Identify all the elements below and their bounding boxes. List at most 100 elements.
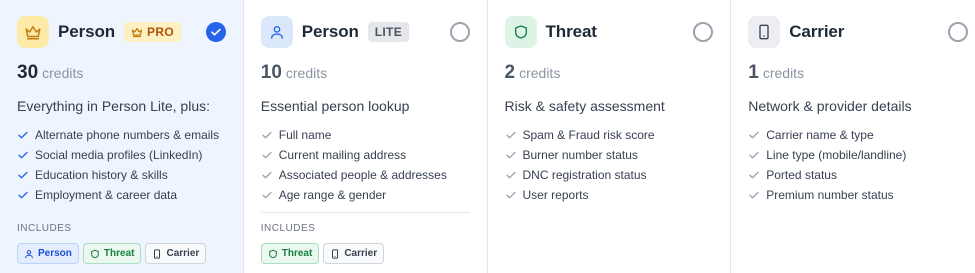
plan-card-threat[interactable]: Threat 2 credits Risk & safety assessmen… (487, 0, 732, 273)
feature-item: Alternate phone numbers & emails (17, 125, 243, 145)
crown-icon (131, 27, 143, 38)
feature-label: Spam & Fraud risk score (522, 128, 655, 142)
chip-label: Person (38, 248, 72, 259)
plan-cards: Person PRO 30 credits Everything in Pers… (0, 0, 975, 273)
phone-icon (748, 16, 781, 48)
divider (260, 212, 470, 213)
check-icon (505, 171, 516, 179)
feature-item: Social media profiles (LinkedIn) (17, 145, 243, 165)
plan-credits: 30 credits (17, 62, 243, 88)
plan-name: Carrier (789, 22, 845, 41)
feature-item: Burner number status (505, 145, 731, 165)
feature-label: Age range & gender (278, 188, 387, 202)
chip-label: Carrier (166, 248, 200, 259)
feature-label: Premium number status (766, 188, 894, 202)
plan-card-header: Carrier (748, 16, 975, 48)
tier-badge-label: PRO (147, 25, 174, 39)
plan-credits: 2 credits (505, 62, 731, 88)
shield-icon (268, 249, 277, 258)
shield-icon (91, 249, 99, 258)
plan-card-carrier[interactable]: Carrier 1 credits Network & provider det… (731, 0, 975, 273)
check-icon (262, 151, 272, 159)
feature-item: Line type (mobile/landline) (748, 145, 975, 165)
shield-icon (504, 16, 537, 48)
tier-badge-lite: LITE (367, 22, 409, 42)
feature-label: Alternate phone numbers & emails (35, 128, 220, 142)
plan-description: Network & provider details (748, 98, 912, 114)
plan-credits: 10 credits (261, 62, 487, 88)
credits-unit: credits (762, 65, 805, 81)
feature-label: Associated people & addresses (278, 168, 447, 182)
plan-card-person-lite[interactable]: Person LITE 10 credits Essential person … (243, 0, 488, 273)
check-icon (749, 151, 759, 159)
check-icon (749, 191, 759, 199)
check-icon (18, 171, 28, 179)
feature-label: Employment & career data (35, 188, 178, 202)
credits-unit: credits (42, 65, 84, 81)
plan-description: Everything in Person Lite, plus: (17, 98, 210, 114)
credits-amount: 2 (504, 62, 516, 83)
check-icon (262, 191, 272, 199)
plan-card-person-pro[interactable]: Person PRO 30 credits Everything in Pers… (0, 0, 244, 273)
include-chip-threat: Threat (82, 243, 142, 264)
check-icon (505, 131, 516, 139)
plan-select-radio[interactable] (449, 22, 470, 42)
plan-description: Essential person lookup (260, 98, 410, 114)
tier-badge-pro: PRO (124, 22, 181, 42)
check-icon (505, 151, 516, 159)
check-icon (18, 131, 28, 139)
include-chip-person: Person (17, 243, 79, 264)
check-icon (262, 171, 272, 179)
credits-amount: 30 (17, 62, 39, 83)
chip-label: Carrier (344, 248, 378, 259)
feature-label: Education history & skills (35, 168, 168, 182)
phone-icon (154, 248, 161, 259)
check-icon (210, 28, 221, 36)
check-icon (18, 191, 28, 199)
feature-item: Spam & Fraud risk score (505, 125, 731, 145)
feature-label: Full name (278, 128, 332, 142)
check-icon (749, 131, 759, 139)
check-icon (262, 131, 272, 139)
includes-chips: Threat Carrier (260, 243, 385, 264)
include-chip-carrier: Carrier (323, 243, 385, 264)
credits-unit: credits (519, 65, 561, 81)
feature-item: Carrier name & type (748, 125, 975, 145)
plan-name: Person (301, 22, 359, 41)
feature-item: User reports (505, 185, 731, 205)
check-icon (18, 151, 28, 159)
feature-item: Education history & skills (17, 165, 243, 185)
user-icon (260, 16, 293, 48)
plan-name: Threat (545, 22, 597, 41)
credits-amount: 1 (748, 62, 759, 83)
phone-icon (332, 248, 339, 259)
includes-section: INCLUDES Threat Carrier (260, 222, 385, 264)
chip-label: Threat (103, 248, 135, 259)
feature-item: Age range & gender (261, 185, 487, 205)
feature-item: DNC registration status (505, 165, 731, 185)
feature-item: Current mailing address (261, 145, 487, 165)
credits-amount: 10 (260, 62, 282, 83)
includes-section: INCLUDES Person Threat Carrier (17, 222, 207, 264)
feature-label: Current mailing address (278, 148, 407, 162)
check-icon (505, 191, 516, 199)
feature-list: Spam & Fraud risk score Burner number st… (505, 125, 731, 205)
include-chip-carrier: Carrier (145, 243, 207, 264)
includes-chips: Person Threat Carrier (17, 243, 207, 264)
feature-label: DNC registration status (522, 168, 647, 182)
includes-label: INCLUDES (17, 223, 72, 234)
feature-label: Line type (mobile/landline) (766, 148, 907, 162)
plan-select-radio[interactable] (948, 22, 968, 42)
plan-select-radio[interactable] (205, 22, 226, 42)
feature-item: Ported status (748, 165, 975, 185)
user-icon (25, 249, 33, 258)
plan-credits: 1 credits (748, 62, 975, 88)
feature-item: Employment & career data (17, 185, 243, 205)
feature-list: Alternate phone numbers & emails Social … (17, 125, 243, 205)
feature-item: Full name (261, 125, 487, 145)
crown-icon (17, 16, 49, 48)
feature-item: Associated people & addresses (261, 165, 487, 185)
feature-label: Carrier name & type (766, 128, 874, 142)
feature-label: Social media profiles (LinkedIn) (35, 148, 203, 162)
chip-label: Threat (281, 248, 313, 259)
